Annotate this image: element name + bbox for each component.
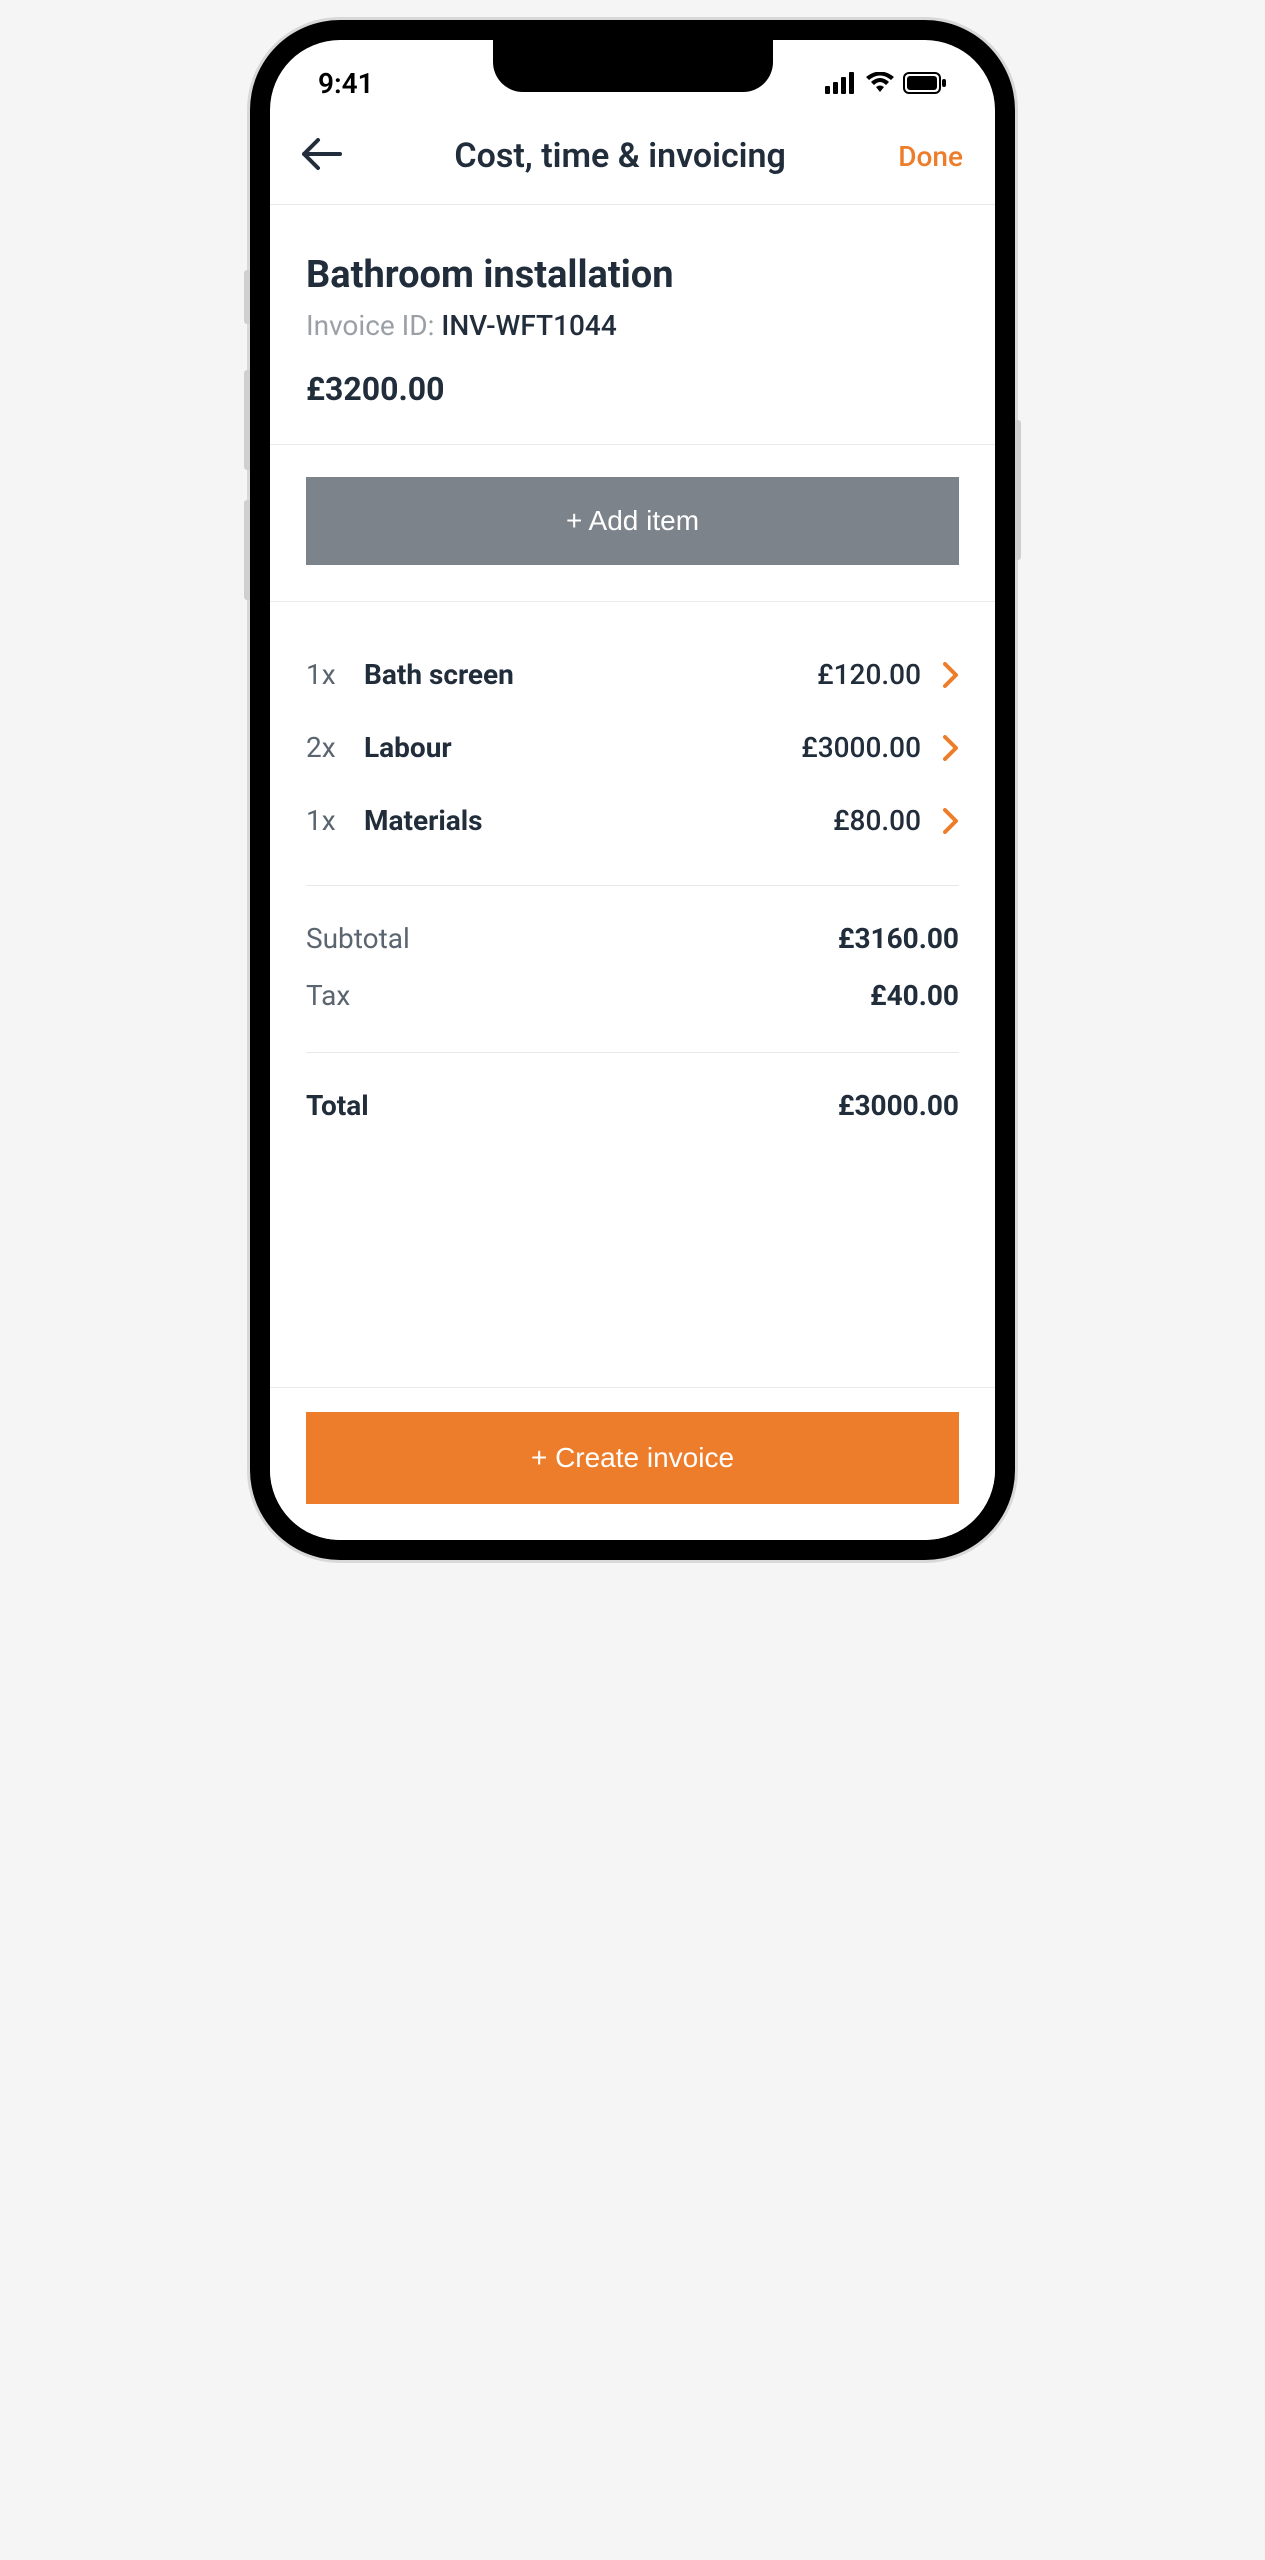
item-name: Bath screen [364,658,817,691]
chevron-right-icon [943,662,959,688]
job-title: Bathroom installation [306,253,959,297]
item-price: £3000.00 [801,731,921,764]
back-button[interactable] [302,138,342,174]
total-row: Total £3000.00 [306,1077,959,1134]
side-button [244,370,250,470]
subtotal-value: £3160.00 [838,922,959,955]
side-button [244,500,250,600]
list-item[interactable]: 1x Bath screen £120.00 [306,638,959,711]
divider [306,885,959,886]
notch [493,40,773,92]
item-price: £80.00 [833,804,921,837]
create-invoice-button[interactable]: + Create invoice [306,1412,959,1504]
content: Bathroom installation Invoice ID: INV-WF… [270,205,995,1540]
item-qty: 2x [306,731,364,764]
subtotal-label: Subtotal [306,922,410,955]
footer: + Create invoice [270,1387,995,1540]
side-button [244,270,250,324]
list-item[interactable]: 2x Labour £3000.00 [306,711,959,784]
battery-icon [903,72,947,94]
header: Cost, time & invoicing Done [270,112,995,205]
chevron-right-icon [943,808,959,834]
invoice-id: Invoice ID: INV-WFT1044 [306,309,959,342]
add-item-button[interactable]: + Add item [306,477,959,565]
tax-label: Tax [306,979,350,1012]
side-button [1015,420,1021,560]
item-name: Labour [364,731,801,764]
done-button[interactable]: Done [898,140,963,173]
invoice-id-value: INV-WFT1044 [441,309,616,342]
item-price: £120.00 [817,658,921,691]
screen: 9:41 [270,40,995,1540]
status-time: 9:41 [318,67,374,100]
item-qty: 1x [306,804,364,837]
subtotal-row: Subtotal £3160.00 [306,910,959,967]
status-icons [825,72,947,94]
total-label: Total [306,1089,369,1122]
invoice-id-label: Invoice ID: [306,309,434,342]
add-section: + Add item [270,445,995,602]
item-name: Materials [364,804,833,837]
tax-row: Tax £40.00 [306,967,959,1024]
item-qty: 1x [306,658,364,691]
wifi-icon [865,72,895,94]
list-item[interactable]: 1x Materials £80.00 [306,784,959,857]
total-value: £3000.00 [838,1089,959,1122]
back-arrow-icon [302,138,342,170]
page-title: Cost, time & invoicing [342,136,898,176]
items-section: 1x Bath screen £120.00 2x Labour £3000.0… [270,602,995,1134]
chevron-right-icon [943,735,959,761]
phone-frame: 9:41 [250,20,1015,1560]
divider [306,1052,959,1053]
signal-icon [825,72,857,94]
tax-value: £40.00 [870,979,959,1012]
job-total: £3200.00 [306,370,959,408]
job-section: Bathroom installation Invoice ID: INV-WF… [270,205,995,445]
